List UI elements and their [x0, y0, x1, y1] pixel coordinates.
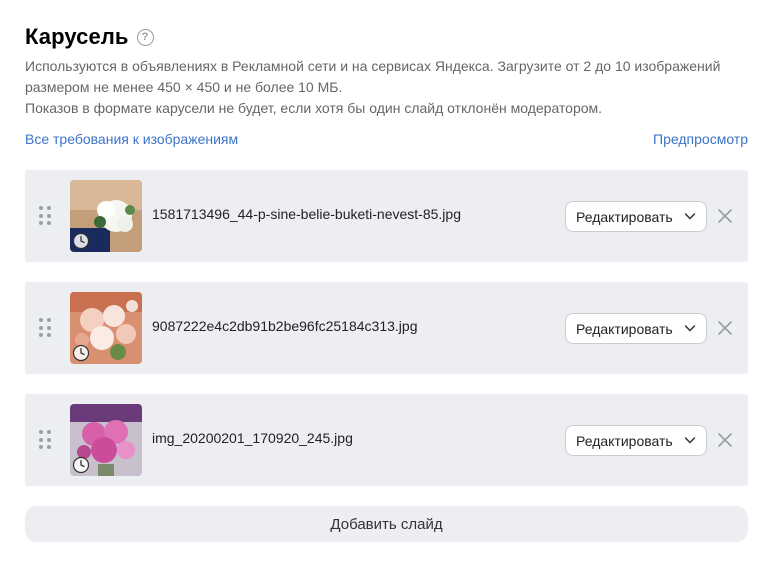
description-line: Показов в формате карусели не будет, есл…	[25, 100, 603, 116]
slide-filename: img_20200201_170920_245.jpg	[152, 430, 353, 446]
slide-item: img_20200201_170920_245.jpg Редактироват…	[25, 394, 748, 486]
preview-link[interactable]: Предпросмотр	[653, 131, 748, 147]
chevron-down-icon	[684, 437, 696, 444]
requirements-link[interactable]: Все требования к изображениям	[25, 131, 238, 147]
chevron-down-icon	[684, 213, 696, 220]
clock-icon	[72, 232, 90, 250]
chevron-down-icon	[684, 325, 696, 332]
edit-button-label: Редактировать	[576, 432, 673, 449]
edit-dropdown-button[interactable]: Редактировать	[565, 313, 707, 344]
slide-filename: 9087222e4c2db91b2be96fc25184c313.jpg	[152, 318, 418, 334]
clock-icon	[72, 456, 90, 474]
drag-handle-icon[interactable]	[39, 206, 51, 226]
links-row: Все требования к изображениям Предпросмо…	[25, 131, 748, 147]
page-title: Карусель	[25, 24, 129, 49]
description-line: размером не менее 450 × 450 и не более 1…	[25, 79, 343, 95]
close-icon[interactable]	[717, 320, 733, 336]
clock-icon	[72, 344, 90, 362]
edit-dropdown-button[interactable]: Редактировать	[565, 201, 707, 232]
slide-filename: 1581713496_44-p-sine-belie-buketi-nevest…	[152, 206, 461, 222]
drag-handle-icon[interactable]	[39, 318, 51, 338]
slide-thumbnail	[70, 292, 142, 364]
close-icon[interactable]	[717, 432, 733, 448]
close-icon[interactable]	[717, 208, 733, 224]
edit-button-label: Редактировать	[576, 320, 673, 337]
slide-item: 1581713496_44-p-sine-belie-buketi-nevest…	[25, 170, 748, 262]
edit-button-label: Редактировать	[576, 208, 673, 225]
slide-thumbnail	[70, 180, 142, 252]
description-line: Используются в объявлениях в Рекламной с…	[25, 58, 721, 74]
slide-thumbnail	[70, 404, 142, 476]
help-icon[interactable]: ?	[136, 28, 154, 46]
slide-item: 9087222e4c2db91b2be96fc25184c313.jpg Ред…	[25, 282, 748, 374]
add-slide-button[interactable]: Добавить слайд	[25, 506, 748, 542]
header: Карусель ?	[25, 24, 154, 50]
edit-dropdown-button[interactable]: Редактировать	[565, 425, 707, 456]
description: Используются в объявлениях в Рекламной с…	[25, 56, 745, 119]
drag-handle-icon[interactable]	[39, 430, 51, 450]
